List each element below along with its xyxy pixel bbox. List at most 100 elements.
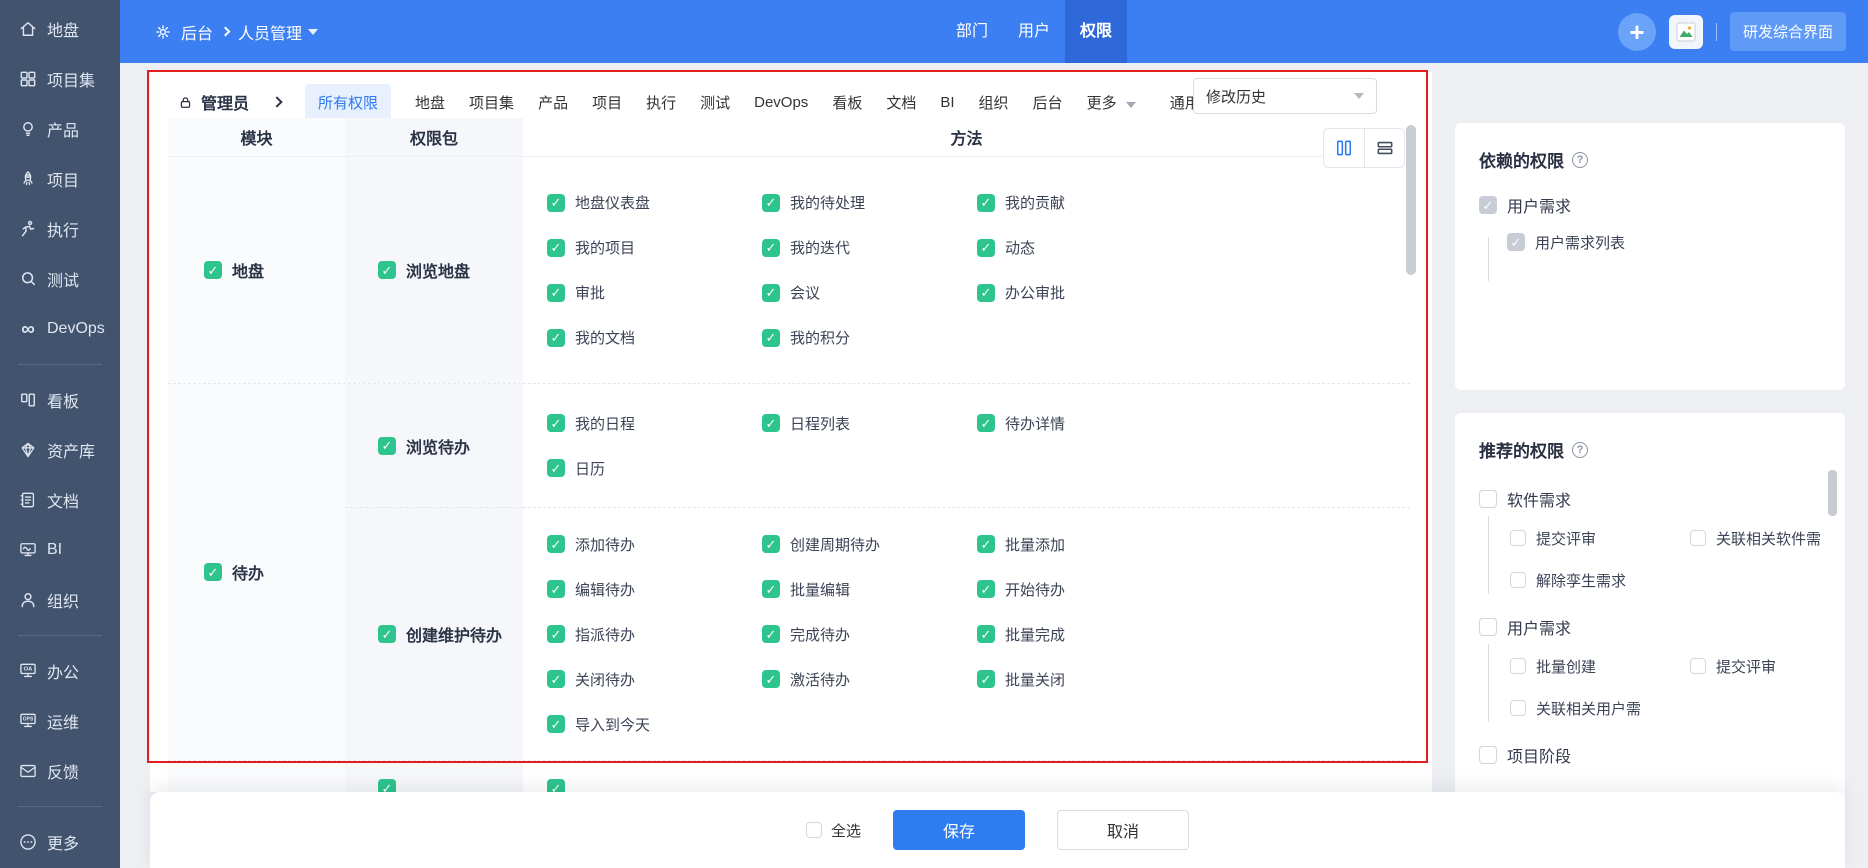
- sidebar-item-dipan[interactable]: 地盘: [0, 4, 120, 54]
- select-all-control[interactable]: 全选: [806, 820, 861, 841]
- checkbox-checked-icon[interactable]: ✓: [762, 535, 780, 553]
- checkbox-checked-icon[interactable]: ✓: [762, 625, 780, 643]
- recommended-child-item[interactable]: 关联相关软件需: [1690, 528, 1821, 548]
- checkbox-checked-icon[interactable]: ✓: [977, 625, 995, 643]
- method-item[interactable]: ✓ 批量添加: [977, 534, 1410, 554]
- permission-subtab[interactable]: 地盘: [415, 92, 445, 113]
- method-item[interactable]: ✓ 创建周期待办: [762, 534, 977, 554]
- checkbox-unchecked[interactable]: [1479, 490, 1497, 508]
- breadcrumb-menu[interactable]: 人员管理: [238, 20, 318, 44]
- sidebar-item-docs[interactable]: 文档: [0, 475, 120, 525]
- recommended-parent-item[interactable]: 项目阶段: [1479, 744, 1821, 766]
- method-item[interactable]: ✓ 办公审批: [977, 283, 1410, 303]
- method-item[interactable]: ✓ 动态: [977, 238, 1410, 258]
- checkbox-unchecked[interactable]: [1510, 530, 1526, 546]
- sidebar-item-oa[interactable]: OA 办公: [0, 646, 120, 696]
- back-link[interactable]: 后台: [181, 20, 213, 44]
- method-item[interactable]: ✓ 日历: [547, 458, 762, 478]
- checkbox-checked-icon[interactable]: ✓: [378, 437, 396, 455]
- avatar[interactable]: [1669, 15, 1703, 49]
- cancel-button[interactable]: 取消: [1057, 810, 1189, 850]
- checkbox-checked-icon[interactable]: ✓: [378, 261, 396, 279]
- checkbox-unchecked[interactable]: [1510, 572, 1526, 588]
- method-item[interactable]: ✓ 我的文档: [547, 328, 762, 348]
- recommended-child-item[interactable]: 提交评审: [1510, 528, 1690, 548]
- checkbox-checked-icon[interactable]: ✓: [762, 414, 780, 432]
- checkbox-checked-icon[interactable]: ✓: [762, 329, 780, 347]
- method-item[interactable]: ✓ 批量完成: [977, 624, 1410, 644]
- permission-subtab[interactable]: 项目集: [469, 92, 514, 113]
- method-item[interactable]: ✓ 地盘仪表盘: [547, 193, 762, 213]
- tab-user[interactable]: 用户: [1003, 0, 1065, 63]
- method-item[interactable]: ✓ 批量编辑: [762, 579, 977, 599]
- permission-subtab[interactable]: 产品: [538, 92, 568, 113]
- permission-subtab[interactable]: DevOps: [754, 94, 808, 111]
- save-button[interactable]: 保存: [893, 810, 1025, 850]
- permission-subtab[interactable]: 项目: [592, 92, 622, 113]
- subtab-more[interactable]: 更多: [1087, 92, 1136, 113]
- checkbox-unchecked[interactable]: [1510, 658, 1526, 674]
- package-item[interactable]: ✓ 浏览待办: [378, 436, 470, 456]
- method-item[interactable]: ✓ 日程列表: [762, 413, 977, 433]
- role-crumb[interactable]: 管理员: [178, 90, 249, 114]
- checkbox-checked-icon[interactable]: ✓: [547, 329, 565, 347]
- method-item[interactable]: ✓ 我的迭代: [762, 238, 977, 258]
- recommended-child-item[interactable]: 提交评审: [1690, 656, 1821, 676]
- checkbox-checked-icon[interactable]: ✓: [977, 194, 995, 212]
- checkbox-checked-icon[interactable]: ✓: [547, 414, 565, 432]
- method-item[interactable]: ✓ 批量关闭: [977, 669, 1410, 689]
- dependent-child-item[interactable]: ✓ 用户需求列表: [1507, 232, 1821, 252]
- checkbox-checked-icon[interactable]: ✓: [547, 194, 565, 212]
- sidebar-item-devops[interactable]: ∞ DevOps: [0, 304, 120, 354]
- checkbox-checked-icon[interactable]: ✓: [977, 414, 995, 432]
- history-select[interactable]: 修改历史: [1193, 78, 1377, 114]
- method-item[interactable]: ✓ 指派待办: [547, 624, 762, 644]
- sidebar-item-project[interactable]: 项目: [0, 154, 120, 204]
- columns-view-icon[interactable]: [1324, 129, 1364, 167]
- method-item[interactable]: ✓ 我的项目: [547, 238, 762, 258]
- checkbox-checked-icon[interactable]: ✓: [378, 625, 396, 643]
- method-item[interactable]: ✓ 我的贡献: [977, 193, 1410, 213]
- method-item[interactable]: ✓ 会议: [762, 283, 977, 303]
- recommended-parent-item[interactable]: 软件需求: [1479, 488, 1821, 510]
- sidebar-item-ops[interactable]: OPS 运维: [0, 696, 120, 746]
- checkbox-checked-icon[interactable]: ✓: [977, 580, 995, 598]
- sidebar-item-test[interactable]: 测试: [0, 254, 120, 304]
- method-item[interactable]: ✓ 待办详情: [977, 413, 1410, 433]
- permission-subtab[interactable]: 文档: [886, 92, 916, 113]
- checkbox-unchecked[interactable]: [806, 822, 822, 838]
- checkbox-unchecked[interactable]: [1479, 746, 1497, 764]
- sidebar-item-more[interactable]: 更多: [0, 817, 120, 867]
- permission-subtab[interactable]: 执行: [646, 92, 676, 113]
- package-item[interactable]: ✓ 创建维护待办: [378, 624, 502, 644]
- permission-subtab[interactable]: BI: [940, 94, 954, 111]
- module-item[interactable]: ✓ 待办: [204, 562, 264, 582]
- partial-row-checkbox[interactable]: ✓: [547, 779, 565, 792]
- help-icon[interactable]: ?: [1572, 152, 1588, 168]
- subtab-all-permissions[interactable]: 所有权限: [305, 84, 391, 121]
- package-item[interactable]: ✓ 浏览地盘: [378, 260, 470, 280]
- sidebar-item-org[interactable]: 组织: [0, 575, 120, 625]
- method-item[interactable]: ✓ 编辑待办: [547, 579, 762, 599]
- checkbox-checked-icon[interactable]: ✓: [547, 284, 565, 302]
- checkbox-unchecked[interactable]: [1690, 530, 1706, 546]
- sidebar-item-feedback[interactable]: 反馈: [0, 746, 120, 796]
- checkbox-checked-icon[interactable]: ✓: [204, 563, 222, 581]
- checkbox-checked-icon[interactable]: ✓: [977, 670, 995, 688]
- dependent-parent-item[interactable]: ✓ 用户需求: [1479, 194, 1821, 216]
- partial-row-checkbox[interactable]: ✓: [378, 779, 396, 792]
- recommended-child-item[interactable]: 批量创建: [1510, 656, 1690, 676]
- checkbox-checked-icon[interactable]: ✓: [547, 625, 565, 643]
- table-scrollbar[interactable]: [1406, 125, 1416, 275]
- checkbox-checked-icon[interactable]: ✓: [547, 580, 565, 598]
- checkbox-checked-icon[interactable]: ✓: [547, 670, 565, 688]
- sidebar-item-product[interactable]: 产品: [0, 104, 120, 154]
- checkbox-unchecked[interactable]: [1690, 658, 1706, 674]
- recommended-child-item[interactable]: 关联相关用户需: [1510, 698, 1690, 718]
- checkbox-checked-icon[interactable]: ✓: [977, 284, 995, 302]
- tab-privilege[interactable]: 权限: [1065, 0, 1127, 63]
- checkbox-checked-icon[interactable]: ✓: [977, 239, 995, 257]
- method-item[interactable]: ✓ 审批: [547, 283, 762, 303]
- method-item[interactable]: ✓ 我的日程: [547, 413, 762, 433]
- checkbox-checked-icon[interactable]: ✓: [547, 459, 565, 477]
